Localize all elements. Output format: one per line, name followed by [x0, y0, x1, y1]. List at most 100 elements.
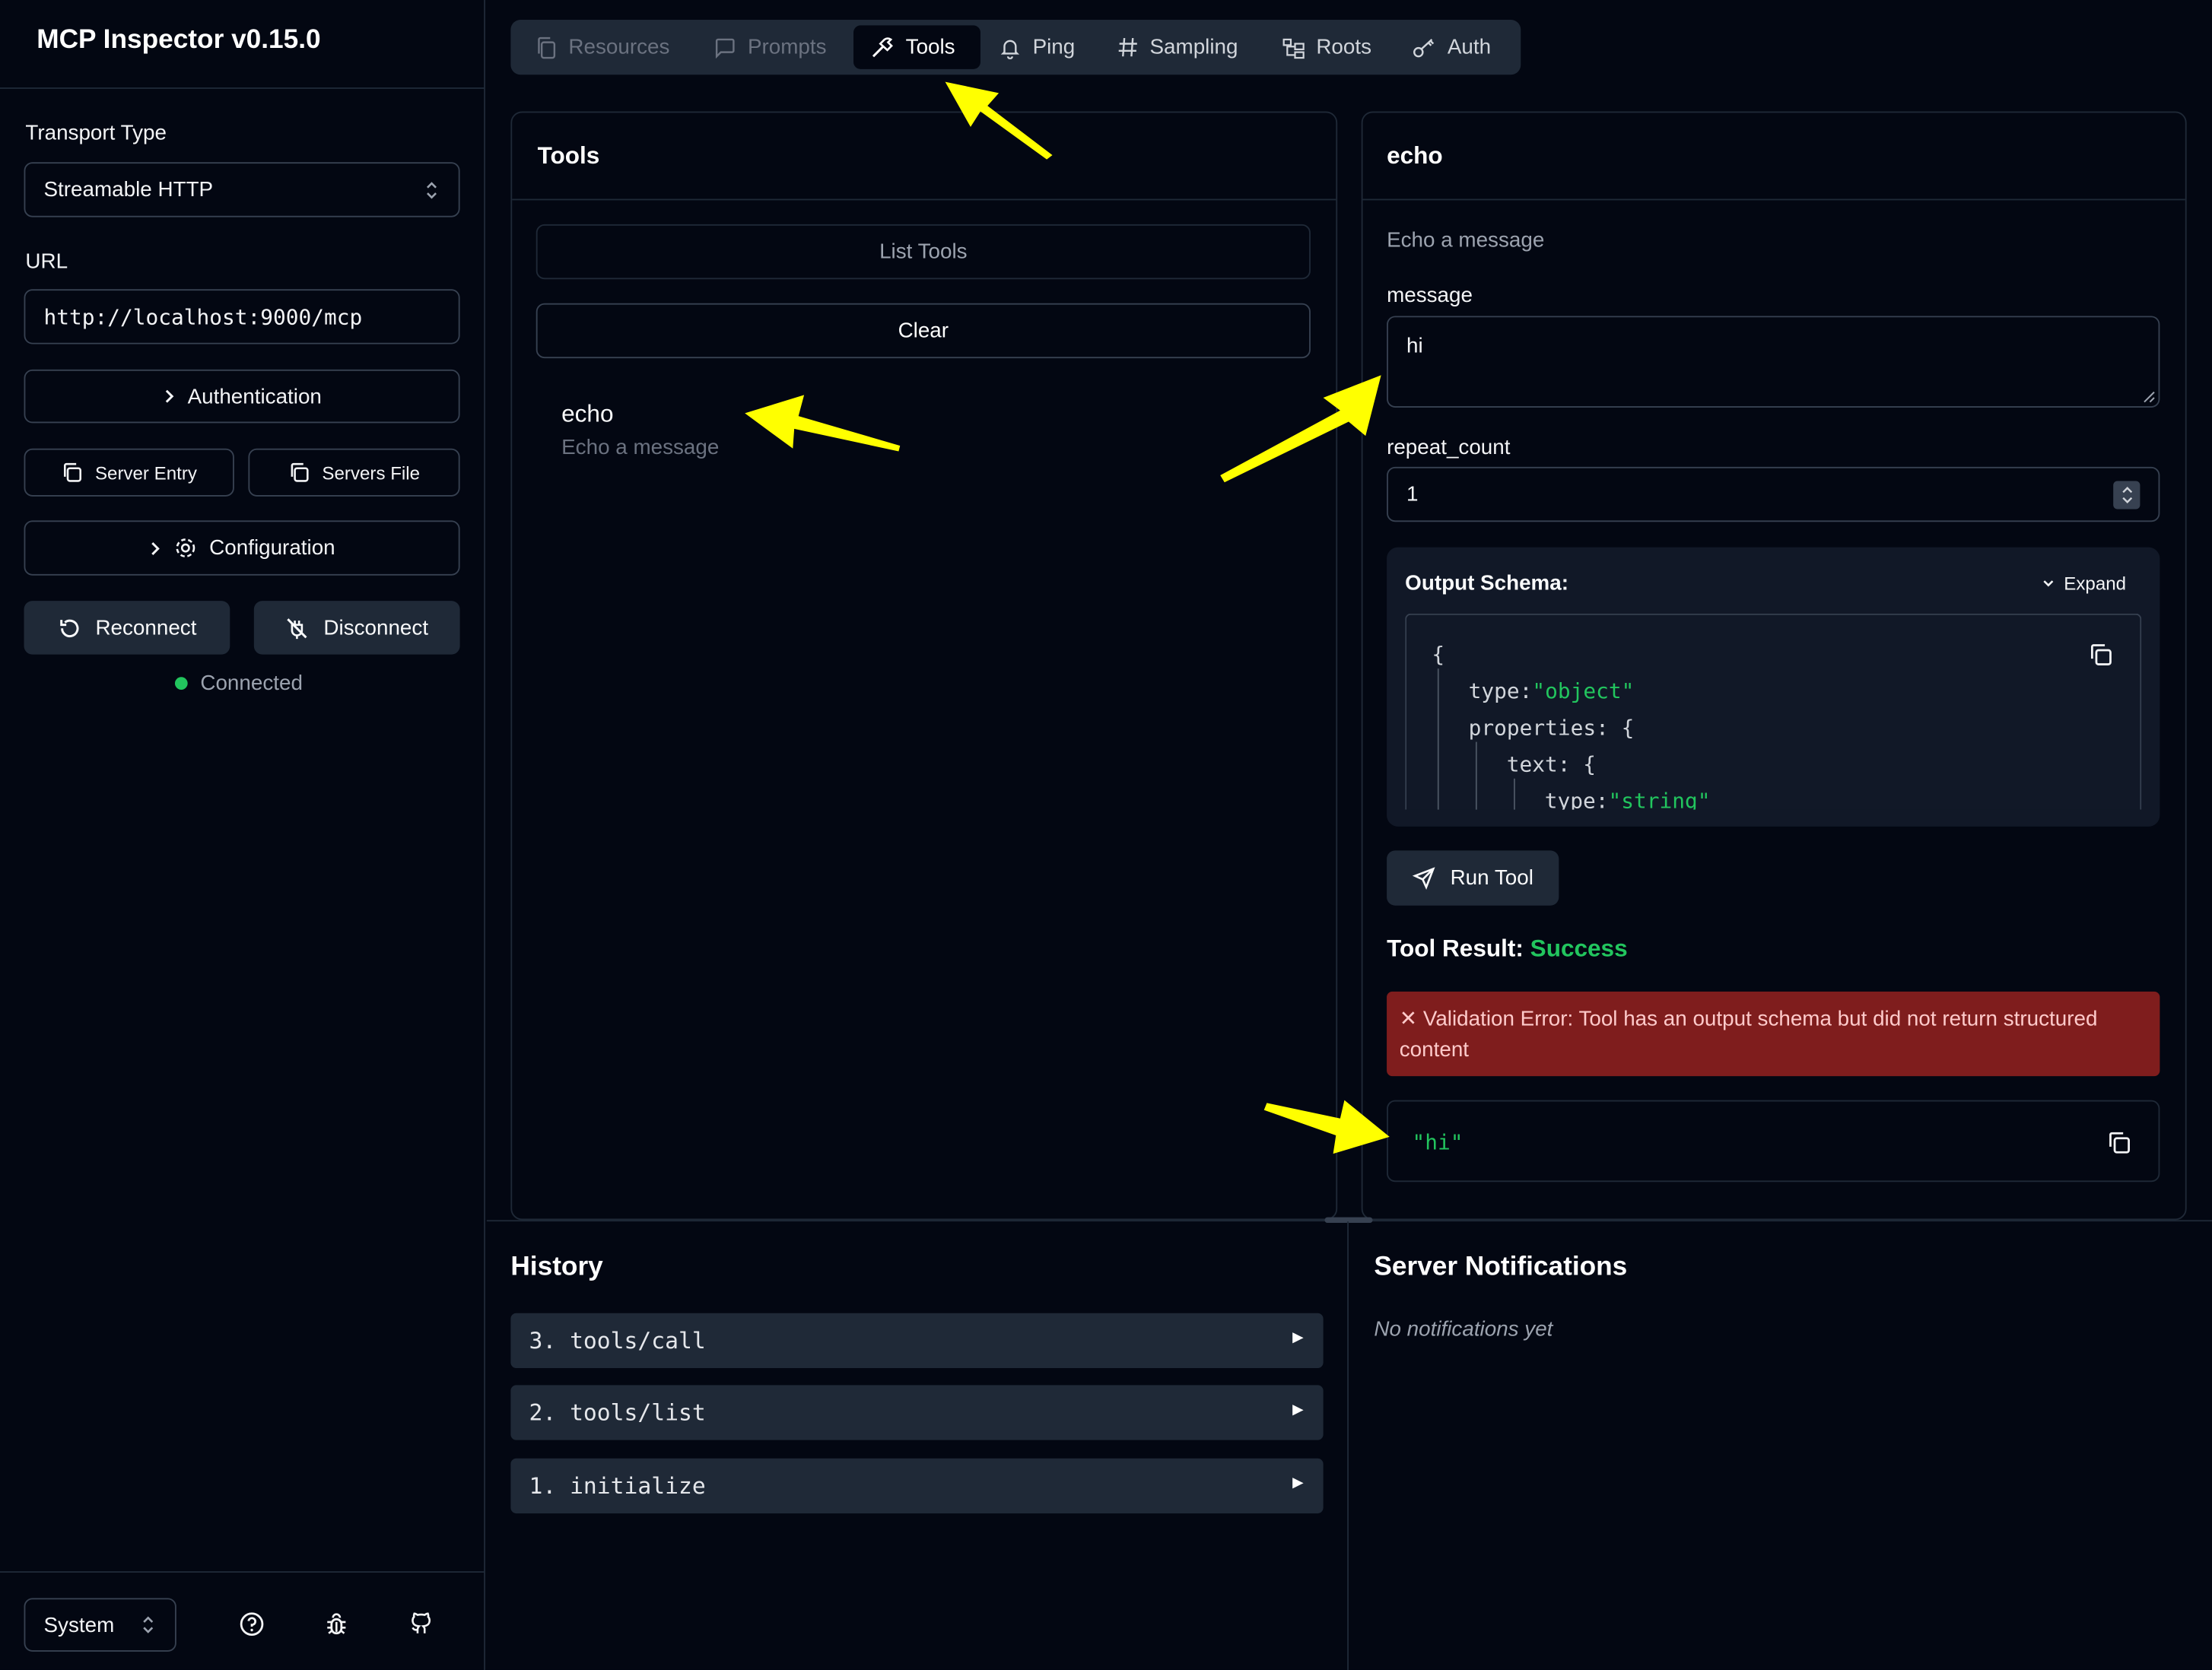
tab-sampling[interactable]: Sampling	[1101, 25, 1255, 68]
configuration-toggle[interactable]: Configuration	[24, 520, 460, 576]
transport-type-select[interactable]: Streamable HTTP	[24, 162, 460, 217]
server-notifications-title: Server Notifications	[1374, 1252, 1628, 1282]
schema-key: properties:	[1468, 715, 1609, 741]
transport-type-label: Transport Type	[25, 121, 167, 146]
tab-bar: Resources Prompts Tools Ping Sampling Ro…	[510, 19, 1521, 75]
repeat-count-input[interactable]: 1	[1387, 466, 2160, 522]
history-item[interactable]: 1. initialize ▶	[510, 1458, 1324, 1514]
tool-detail-description: Echo a message	[1387, 228, 1545, 252]
tool-detail-divider	[1362, 198, 2185, 201]
bug-icon[interactable]	[323, 1611, 350, 1637]
chevron-right-icon	[148, 539, 163, 556]
schema-key: text:	[1506, 751, 1571, 777]
history-item-label: 3. tools/call	[529, 1327, 706, 1354]
tools-panel-divider	[512, 198, 1336, 201]
sidebar-footer-divider	[0, 1571, 485, 1573]
github-icon[interactable]	[408, 1611, 434, 1637]
key-icon	[1412, 36, 1436, 59]
schema-key: type:	[1468, 678, 1533, 704]
expand-schema-button[interactable]: Expand	[2042, 573, 2126, 594]
tool-result-output: "hi"	[1387, 1100, 2160, 1183]
schema-brace: {	[1583, 751, 1596, 777]
connection-status: Connected	[200, 671, 303, 696]
history-item-label: 1. initialize	[529, 1472, 706, 1500]
schema-brace: {	[1621, 715, 1635, 741]
tab-auth-label: Auth	[1447, 35, 1492, 59]
validation-error-alert: ✕ Validation Error: Tool has an output s…	[1387, 991, 2160, 1077]
resize-handle-icon[interactable]	[2141, 389, 2156, 404]
help-icon[interactable]	[238, 1611, 265, 1637]
message-textarea[interactable]: hi	[1387, 316, 2160, 408]
repeat-count-label: repeat_count	[1387, 436, 1511, 460]
message-label: message	[1387, 283, 1473, 308]
hammer-icon	[870, 35, 895, 59]
authentication-toggle[interactable]: Authentication	[24, 369, 460, 424]
url-input[interactable]: http://localhost:9000/mcp	[24, 289, 460, 344]
hash-icon	[1117, 37, 1139, 58]
tool-result-label: Tool Result:	[1387, 935, 1524, 962]
output-schema-code: { type:"object" properties: { text: { ty…	[1405, 613, 2142, 810]
copy-icon	[61, 461, 84, 484]
copy-icon[interactable]	[2088, 642, 2113, 667]
reconnect-button[interactable]: Reconnect	[24, 601, 230, 655]
app-title: MCP Inspector v0.15.0	[37, 25, 321, 56]
tool-result-value: "hi"	[1412, 1129, 1464, 1155]
repeat-count-value: 1	[1406, 482, 1419, 506]
tool-list-item[interactable]: echo Echo a message	[536, 388, 1311, 475]
message-value: hi	[1406, 334, 1423, 359]
history-item[interactable]: 2. tools/list ▶	[510, 1385, 1324, 1440]
tab-roots[interactable]: Roots	[1266, 25, 1389, 68]
history-item[interactable]: 3. tools/call ▶	[510, 1313, 1324, 1369]
tab-resources[interactable]: Resources	[519, 25, 686, 68]
folder-tree-icon	[1282, 36, 1305, 59]
list-tools-button[interactable]: List Tools	[536, 224, 1311, 280]
configuration-label: Configuration	[209, 535, 335, 560]
tool-result-heading: Tool Result: Success	[1387, 935, 1628, 964]
tab-auth[interactable]: Auth	[1395, 25, 1508, 68]
files-icon	[536, 36, 558, 59]
expand-triangle-icon: ▶	[1292, 1399, 1304, 1421]
theme-value: System	[43, 1612, 115, 1637]
indent-guide	[1437, 668, 1439, 810]
message-square-icon	[713, 36, 736, 59]
schema-line-inner-type: type:"string"	[1545, 789, 1711, 810]
rotate-ccw-icon	[57, 616, 81, 640]
servers-file-button[interactable]: Servers File	[248, 448, 460, 497]
run-tool-label: Run Tool	[1450, 865, 1533, 891]
tab-prompts[interactable]: Prompts	[697, 25, 844, 68]
server-entry-button[interactable]: Server Entry	[24, 448, 234, 497]
schema-string: "object"	[1532, 678, 1635, 704]
number-stepper-icon[interactable]	[2113, 480, 2140, 509]
list-tools-label: List Tools	[879, 240, 968, 264]
tab-roots-label: Roots	[1316, 35, 1372, 59]
app-window: MCP Inspector v0.15.0 Transport Type Str…	[0, 0, 2212, 1670]
tools-panel-title: Tools	[537, 142, 600, 170]
tab-sampling-label: Sampling	[1149, 35, 1238, 59]
tab-resources-label: Resources	[568, 35, 670, 59]
indent-guide	[1513, 778, 1515, 810]
clear-label: Clear	[898, 319, 949, 343]
schema-brace: {	[1432, 641, 1445, 668]
history-title: History	[510, 1252, 603, 1282]
chevron-down-icon	[2042, 577, 2056, 589]
copy-icon	[288, 461, 311, 484]
expand-label: Expand	[2064, 573, 2127, 594]
clear-button[interactable]: Clear	[536, 303, 1311, 359]
transport-type-value: Streamable HTTP	[43, 177, 214, 202]
copy-icon[interactable]	[2106, 1130, 2131, 1155]
bell-icon	[999, 36, 1022, 59]
tab-ping[interactable]: Ping	[982, 25, 1092, 68]
tab-tools-label: Tools	[905, 35, 955, 59]
run-tool-button[interactable]: Run Tool	[1387, 850, 1559, 906]
tab-tools[interactable]: Tools	[853, 25, 980, 69]
indent-guide	[1475, 741, 1477, 810]
chevrons-up-down-icon	[140, 1615, 157, 1635]
disconnect-button[interactable]: Disconnect	[253, 601, 460, 655]
expand-triangle-icon: ▶	[1292, 1472, 1304, 1494]
theme-select[interactable]: System	[24, 1598, 176, 1652]
send-icon	[1412, 866, 1437, 891]
tab-prompts-label: Prompts	[747, 35, 827, 59]
tool-description: Echo a message	[561, 436, 720, 460]
output-schema-label: Output Schema:	[1405, 571, 1569, 595]
server-entry-label: Server Entry	[94, 462, 197, 484]
